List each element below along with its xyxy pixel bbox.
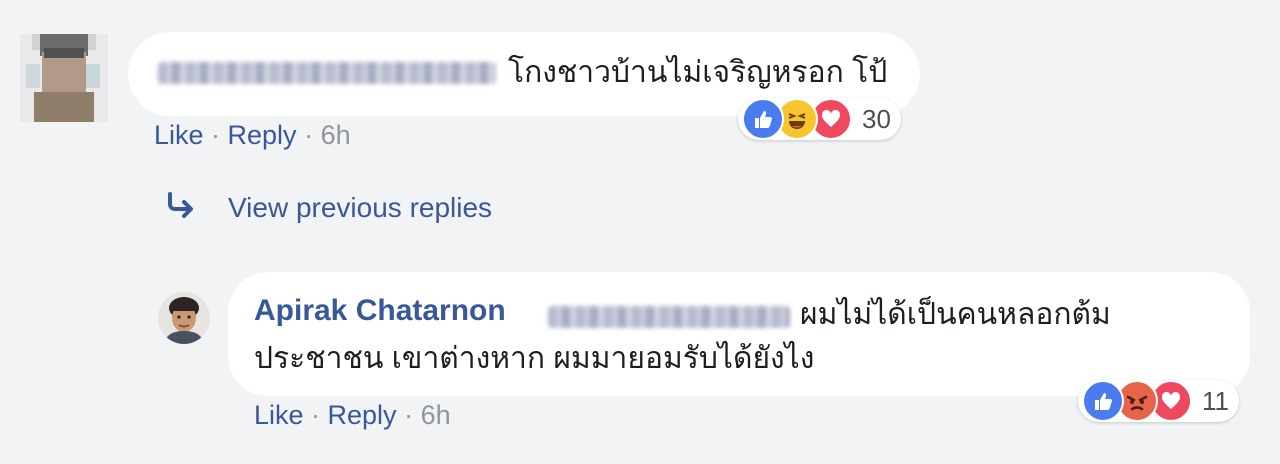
comment-thread: โกงชาวบ้านไม่เจริญหรอก โป้ 30 Like · Rep… bbox=[0, 0, 1280, 464]
reaction-count: 11 bbox=[1202, 385, 1229, 416]
reply-author-avatar[interactable] bbox=[158, 292, 210, 344]
tagged-name-blurred[interactable] bbox=[548, 306, 790, 328]
comment-actions: Like · Reply · 6h bbox=[154, 120, 351, 151]
commenter-avatar[interactable] bbox=[20, 34, 108, 122]
like-link[interactable]: Like bbox=[254, 400, 304, 430]
reply-author-name[interactable]: Apirak Chatarnon bbox=[254, 294, 506, 328]
like-link[interactable]: Like bbox=[154, 120, 204, 150]
reply-actions: Like · Reply · 6h bbox=[254, 400, 451, 431]
author-name-blurred[interactable] bbox=[158, 62, 496, 84]
reply-bubble: Apirak Chatarnon ผมไม่ได้เป็นคนหลอกต้ม ป… bbox=[228, 272, 1250, 396]
like-icon bbox=[742, 98, 784, 140]
reply-arrow-icon bbox=[166, 191, 198, 225]
view-previous-replies-label[interactable]: View previous replies bbox=[228, 192, 492, 224]
separator: · bbox=[296, 120, 321, 150]
like-icon bbox=[1082, 380, 1124, 422]
reaction-count: 30 bbox=[862, 103, 891, 134]
reply-link[interactable]: Reply bbox=[228, 120, 297, 150]
separator: · bbox=[396, 400, 421, 430]
reaction-summary[interactable]: 11 bbox=[1078, 380, 1239, 422]
reply-text-line1: ผมไม่ได้เป็นคนหลอกต้ม bbox=[800, 298, 1111, 331]
reaction-summary[interactable]: 30 bbox=[738, 98, 901, 140]
comment-text: โกงชาวบ้านไม่เจริญหรอก โป้ bbox=[508, 56, 888, 89]
separator: · bbox=[203, 120, 228, 150]
separator: · bbox=[303, 400, 328, 430]
reply-link[interactable]: Reply bbox=[328, 400, 397, 430]
timestamp[interactable]: 6h bbox=[321, 120, 351, 150]
reply-text-line2: ประชาชน เขาต่างหาก ผมมายอมรับได้ยังไง bbox=[254, 342, 815, 375]
timestamp[interactable]: 6h bbox=[421, 400, 451, 430]
view-previous-replies[interactable]: View previous replies bbox=[166, 188, 492, 228]
